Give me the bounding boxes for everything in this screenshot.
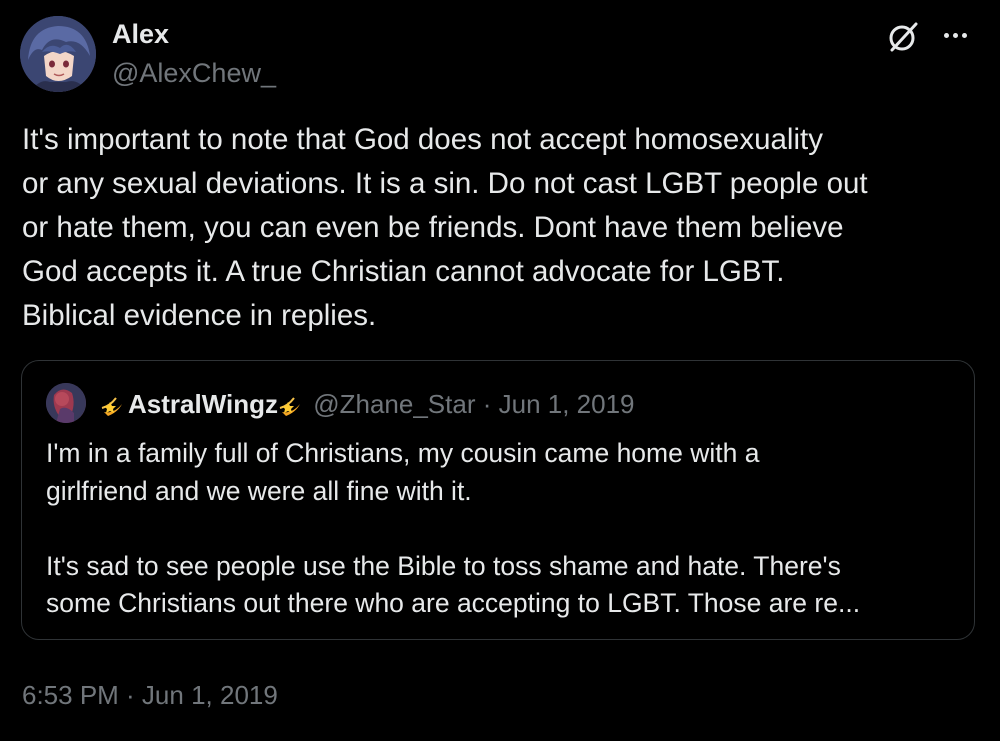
- tweet-text: It's important to note that God does not…: [22, 123, 868, 332]
- quoted-display-name: AstralWingz: [128, 389, 278, 419]
- quoted-date: Jun 1, 2019: [498, 389, 635, 419]
- timestamp-link[interactable]: 6:53 PM · Jun 1, 2019: [22, 680, 278, 710]
- quoted-author-avatar: [46, 383, 86, 423]
- quoted-tweet-card[interactable]: AstralWingz @Zhane_Star · Jun 1, 2019 I'…: [21, 360, 975, 640]
- tweet-timestamp[interactable]: 6:53 PM · Jun 1, 2019: [22, 678, 278, 712]
- tweet: Alex @AlexChew_ It's important to note t…: [0, 0, 1000, 741]
- quoted-handle: @Zhane_Star: [313, 389, 476, 419]
- author-handle[interactable]: @AlexChew_: [112, 57, 276, 89]
- shooting-star-icon: [278, 390, 306, 418]
- grok-icon[interactable]: [886, 20, 920, 54]
- quoted-separator: ·: [475, 389, 499, 419]
- more-options-icon[interactable]: [944, 22, 974, 52]
- shooting-star-icon: [100, 390, 128, 418]
- author-display-name[interactable]: Alex: [112, 18, 169, 50]
- avatar-image: [20, 16, 96, 92]
- author-avatar[interactable]: [20, 16, 96, 92]
- quoted-tweet-text: I'm in a family full of Christians, my c…: [46, 438, 861, 618]
- quoted-tweet-header: AstralWingz @Zhane_Star · Jun 1, 2019: [100, 387, 635, 421]
